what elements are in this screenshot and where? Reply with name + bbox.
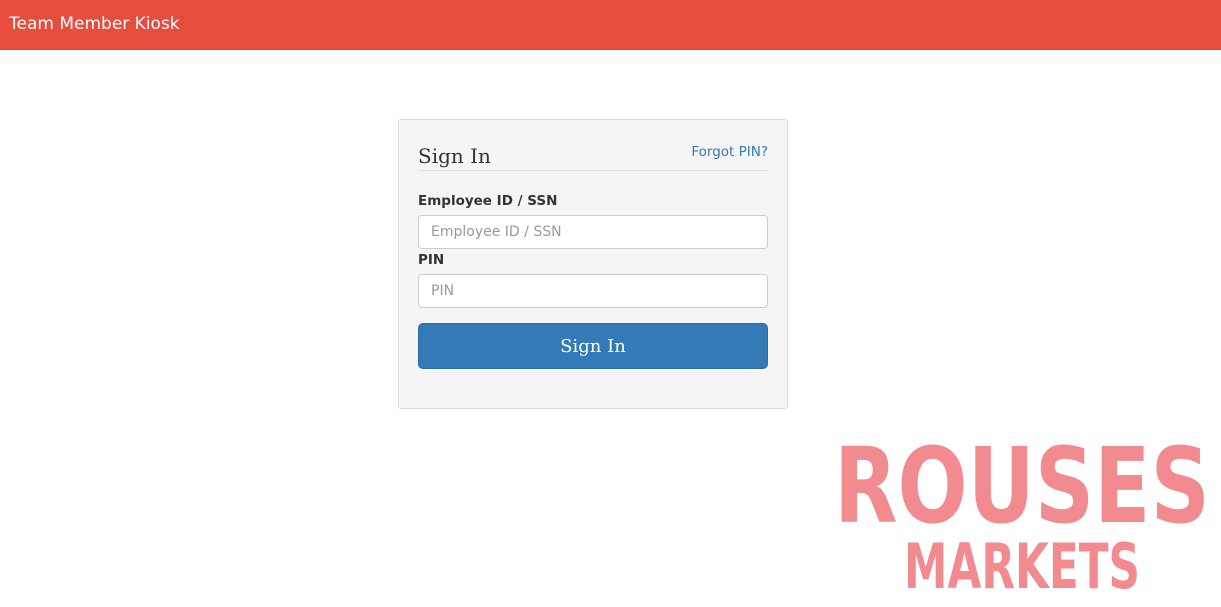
signin-panel: Sign In Forgot PIN? Employee ID / SSN PI… (398, 119, 788, 409)
top-navbar: Team Member Kiosk (0, 0, 1221, 50)
signin-panel-header: Sign In Forgot PIN? (418, 142, 768, 171)
rouses-markets-logo: ROUSES MARKETS (834, 425, 1210, 594)
app-title[interactable]: Team Member Kiosk (9, 13, 180, 35)
signin-title: Sign In (418, 144, 491, 168)
employee-id-label: Employee ID / SSN (418, 193, 558, 209)
forgot-pin-link[interactable]: Forgot PIN? (691, 143, 768, 161)
signin-button[interactable]: Sign In (418, 323, 768, 369)
pin-label: PIN (418, 252, 445, 268)
pin-input[interactable] (418, 274, 768, 308)
logo-line-rouses: ROUSES (834, 425, 1210, 547)
logo-line-markets: MARKETS (904, 530, 1140, 594)
employee-id-input[interactable] (418, 215, 768, 249)
